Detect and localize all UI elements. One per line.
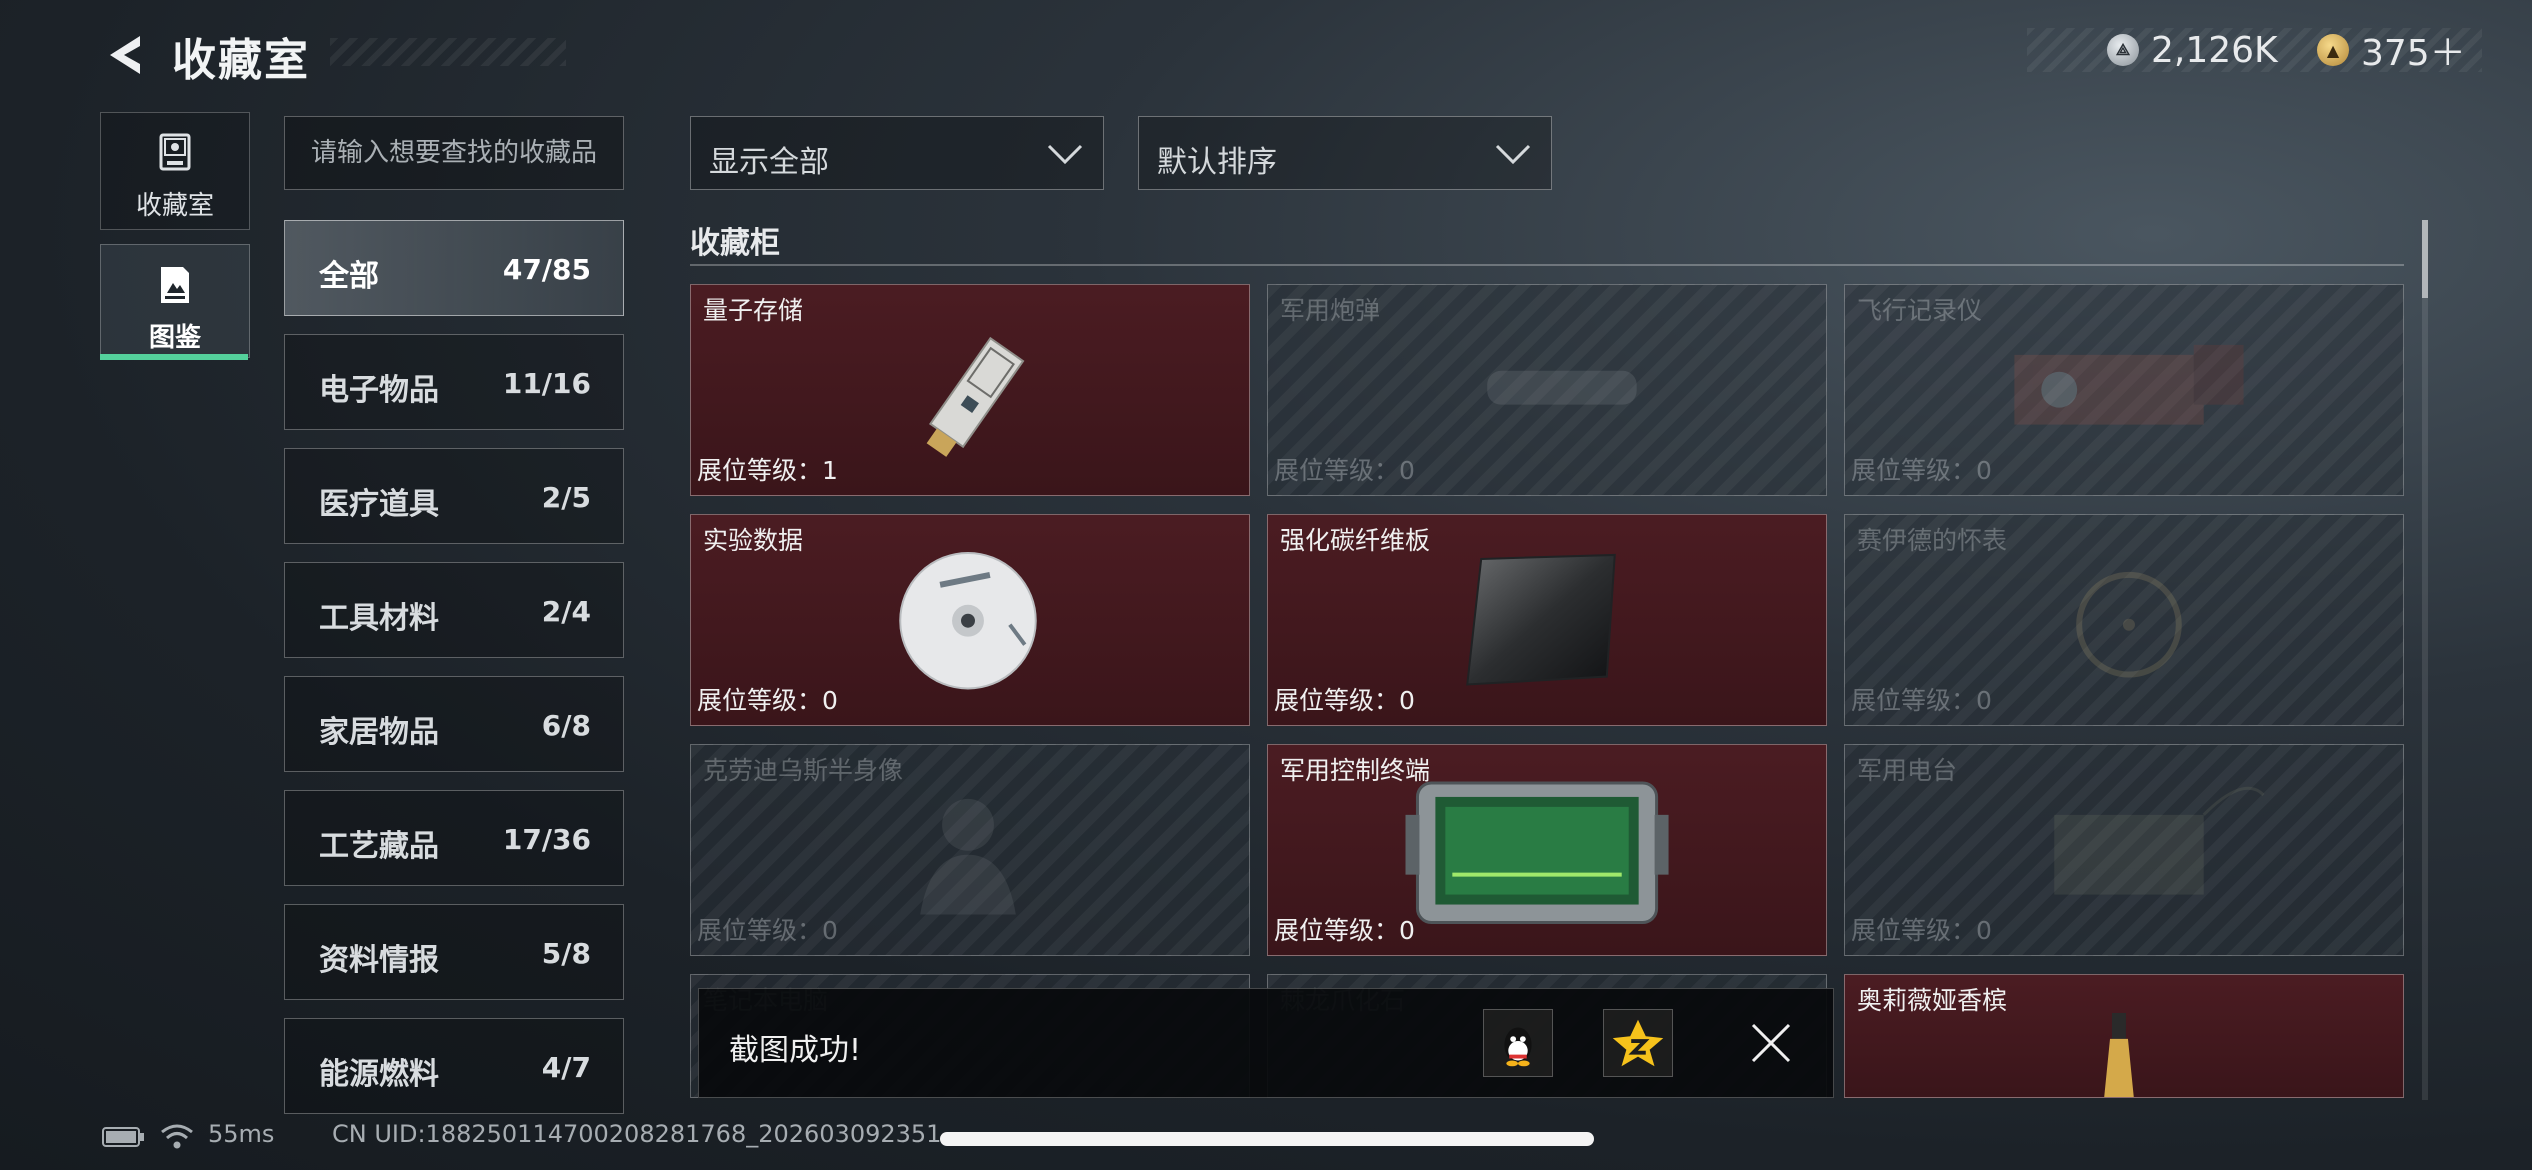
category-medical[interactable]: 医疗道具 2/5	[284, 448, 624, 544]
category-count: 2/5	[541, 481, 591, 514]
section-title: 收藏柜	[690, 226, 780, 261]
qq-icon	[1504, 1027, 1532, 1067]
close-icon[interactable]	[1749, 1021, 1793, 1065]
nav-catalog-label: 图鉴	[148, 323, 201, 353]
category-energy[interactable]: 能源燃料 4/7	[284, 1018, 624, 1114]
category-name: 能源燃料	[319, 1057, 439, 1092]
category-electronics[interactable]: 电子物品 11/16	[284, 334, 624, 430]
category-name: 医疗道具	[319, 487, 439, 522]
nav-collection-room[interactable]: 收藏室	[100, 112, 250, 230]
user-uid: CN UID:1882501147002082817​68_2026030923…	[332, 1120, 942, 1148]
card-level: 展位等级：0	[1274, 916, 1415, 945]
card-level: 展位等级：0	[697, 686, 838, 715]
toast-message: 截图成功!	[729, 1033, 862, 1068]
chevron-down-icon	[1047, 144, 1083, 165]
silver-coin-icon: ⟁	[2107, 34, 2139, 66]
category-name: 家居物品	[319, 715, 439, 750]
category-name: 电子物品	[319, 373, 439, 408]
flight-recorder-icon	[2014, 344, 2244, 425]
card-level: 展位等级：0	[1851, 686, 1992, 715]
bust-icon	[920, 798, 1016, 915]
nav-active-indicator	[100, 354, 248, 360]
category-count: 5/8	[541, 937, 591, 970]
battery-icon	[102, 1127, 144, 1147]
radio-icon	[2054, 786, 2265, 895]
card-level: 展位等级：0	[1851, 916, 1992, 945]
screenshot-toast: 截图成功!	[698, 988, 1834, 1098]
disc-icon	[899, 551, 1037, 690]
nav-catalog[interactable]: 图鉴	[100, 244, 250, 358]
category-count: 17/36	[502, 823, 591, 856]
card-level: 展位等级：0	[1851, 456, 1992, 485]
category-all[interactable]: 全部 47/85	[284, 220, 624, 316]
pocket-watch-icon	[2076, 571, 2182, 678]
catalog-icon	[161, 267, 189, 303]
scrollbar-track[interactable]	[2422, 220, 2428, 1100]
category-count: 6/8	[541, 709, 591, 742]
category-name: 工具材料	[319, 601, 439, 636]
card-level: 展位等级：0	[697, 916, 838, 945]
category-intel[interactable]: 资料情报 5/8	[284, 904, 624, 1000]
collection-room-icon	[159, 133, 191, 171]
collectible-card[interactable]: 强化碳纤维板 展位等级：0	[1267, 514, 1827, 726]
search-input[interactable]: 请输入想要查找的收藏品	[284, 116, 624, 190]
title-decoration	[330, 38, 566, 66]
currency-gold[interactable]: ▲ 375＋	[2317, 30, 2466, 74]
page-title: 收藏室	[172, 35, 310, 86]
collectible-card[interactable]: 军用炮弹 展位等级：0	[1267, 284, 1827, 496]
back-arrow-icon[interactable]	[100, 30, 150, 80]
wifi-icon	[161, 1124, 193, 1149]
currency-bar: ⟁ 2,126K ▲ 375＋	[2027, 28, 2482, 74]
ping-indicator: 55ms	[208, 1120, 275, 1148]
champagne-icon	[2104, 1012, 2134, 1097]
collectible-card[interactable]: 飞行记录仪 展位等级：0	[1844, 284, 2404, 496]
card-level: 展位等级：0	[1274, 456, 1415, 485]
control-terminal-icon	[1405, 781, 1669, 924]
category-crafts[interactable]: 工艺藏品 17/36	[284, 790, 624, 886]
gold-coin-icon: ▲	[2317, 34, 2349, 66]
category-count: 47/85	[502, 253, 591, 286]
home-indicator[interactable]	[940, 1132, 1594, 1146]
category-name: 资料情报	[319, 943, 439, 978]
collectible-card[interactable]: 实验数据 展位等级：0	[690, 514, 1250, 726]
collectible-card[interactable]: 军用控制终端 展位等级：0	[1267, 744, 1827, 956]
artillery-shell-icon	[1487, 370, 1637, 405]
nav-collection-label: 收藏室	[135, 191, 214, 221]
usb-drive-icon	[926, 336, 1025, 457]
collectible-card[interactable]: 军用电台 展位等级：0	[1844, 744, 2404, 956]
qzone-icon	[1612, 1019, 1664, 1067]
share-qq-button[interactable]	[1483, 1009, 1553, 1077]
category-tools[interactable]: 工具材料 2/4	[284, 562, 624, 658]
collectible-card[interactable]: 量子存储 展位等级：1	[690, 284, 1250, 496]
collectible-card[interactable]: 奥莉薇娅香槟	[1844, 974, 2404, 1098]
card-level: 展位等级：1	[697, 456, 838, 485]
card-level: 展位等级：0	[1274, 686, 1415, 715]
category-count: 4/7	[541, 1051, 591, 1084]
category-name: 工艺藏品	[319, 829, 439, 864]
category-count: 2/4	[541, 595, 591, 628]
currency-silver: ⟁ 2,126K	[2107, 30, 2278, 71]
category-name: 全部	[319, 259, 379, 294]
filter-dropdown[interactable]: 显示全部	[690, 116, 1104, 190]
sort-dropdown[interactable]: 默认排序	[1138, 116, 1552, 190]
collectible-card[interactable]: 克劳迪乌斯半身像 展位等级：0	[690, 744, 1250, 956]
chevron-down-icon	[1495, 144, 1531, 165]
collectible-card[interactable]: 赛伊德的怀表 展位等级：0	[1844, 514, 2404, 726]
sort-dropdown-label: 默认排序	[1157, 145, 1277, 180]
category-household[interactable]: 家居物品 6/8	[284, 676, 624, 772]
category-count: 11/16	[502, 367, 591, 400]
section-divider	[690, 264, 2404, 266]
carbon-plate-icon	[1466, 553, 1616, 686]
filter-dropdown-label: 显示全部	[709, 145, 829, 180]
scrollbar-thumb[interactable]	[2422, 220, 2428, 298]
share-qzone-button[interactable]	[1603, 1009, 1673, 1077]
